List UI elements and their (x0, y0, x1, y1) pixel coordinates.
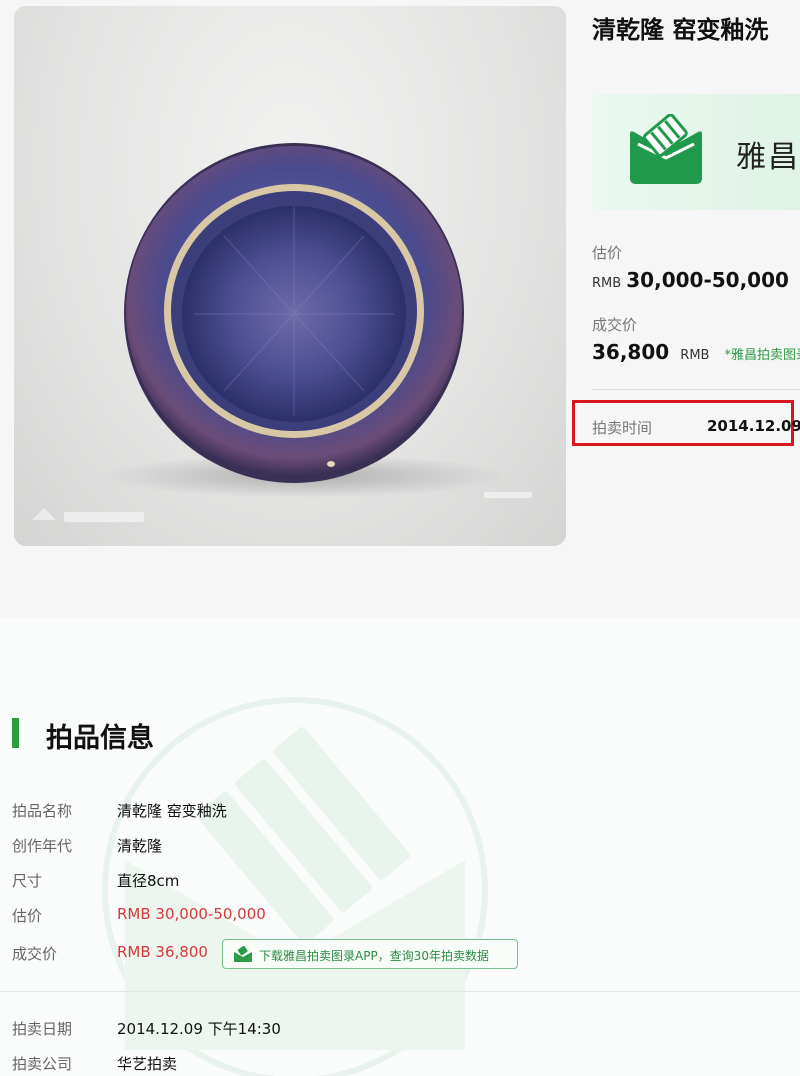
artron-small-logo-icon (234, 946, 252, 962)
lot-header-section: 清乾隆 窑变釉洗 雅昌拍 估价 RMB 30,000-50,000 成交价 36… (0, 0, 800, 618)
info-value: 华艺拍卖 (117, 1055, 178, 1073)
deal-price-label: 成交价 (592, 316, 638, 334)
info-value: RMB 36,800 (117, 943, 208, 961)
info-value: RMB 30,000-50,000 (117, 905, 266, 923)
info-key: 成交价 (12, 945, 58, 963)
auction-time-value: 2014.12.09 (707, 417, 800, 435)
section-title: 拍品信息 (46, 723, 154, 754)
auction-time-label: 拍卖时间 (592, 419, 653, 437)
deal-currency: RMB (680, 348, 710, 363)
artron-banner[interactable]: 雅昌拍 (592, 94, 800, 210)
info-key: 拍品名称 (12, 802, 73, 820)
info-value: 直径8cm (117, 872, 180, 890)
porcelain-brush-washer-image (32, 143, 532, 522)
lot-info-section: 拍品信息 拍品名称 清乾隆 窑变釉洗 创作年代 清乾隆 尺寸 直径8cm 估价 … (0, 618, 800, 1076)
estimate-label: 估价 (592, 244, 623, 262)
download-app-label: 下载雅昌拍卖图录APP，查询30年拍卖数据 (259, 949, 489, 963)
divider (592, 389, 800, 390)
divider (0, 991, 800, 992)
estimate-value: 30,000-50,000 (626, 268, 789, 292)
estimate-currency: RMB (592, 276, 622, 291)
info-value: 2014.12.09 下午14:30 (117, 1020, 281, 1038)
section-accent-bar (12, 718, 19, 748)
info-key: 估价 (12, 907, 43, 925)
info-value: 清乾隆 (117, 837, 163, 855)
deal-value: 36,800 (592, 340, 670, 364)
info-value: 清乾隆 窑变釉洗 (117, 802, 227, 820)
lot-photo[interactable] (14, 6, 566, 546)
deal-price: 36,800 RMB *雅昌拍卖图录 (592, 340, 800, 364)
deal-source-note[interactable]: *雅昌拍卖图录 (725, 348, 800, 363)
info-key: 创作年代 (12, 837, 73, 855)
banner-brand-name: 雅昌拍 (736, 140, 800, 175)
download-app-button[interactable]: 下载雅昌拍卖图录APP，查询30年拍卖数据 (222, 939, 518, 969)
info-key: 拍卖日期 (12, 1020, 73, 1038)
info-key: 拍卖公司 (12, 1055, 73, 1073)
info-key: 尺寸 (12, 872, 43, 890)
lot-title: 清乾隆 窑变釉洗 (592, 16, 769, 44)
artron-hammer-logo-icon (630, 114, 702, 184)
estimate-price: RMB 30,000-50,000 (592, 268, 789, 292)
